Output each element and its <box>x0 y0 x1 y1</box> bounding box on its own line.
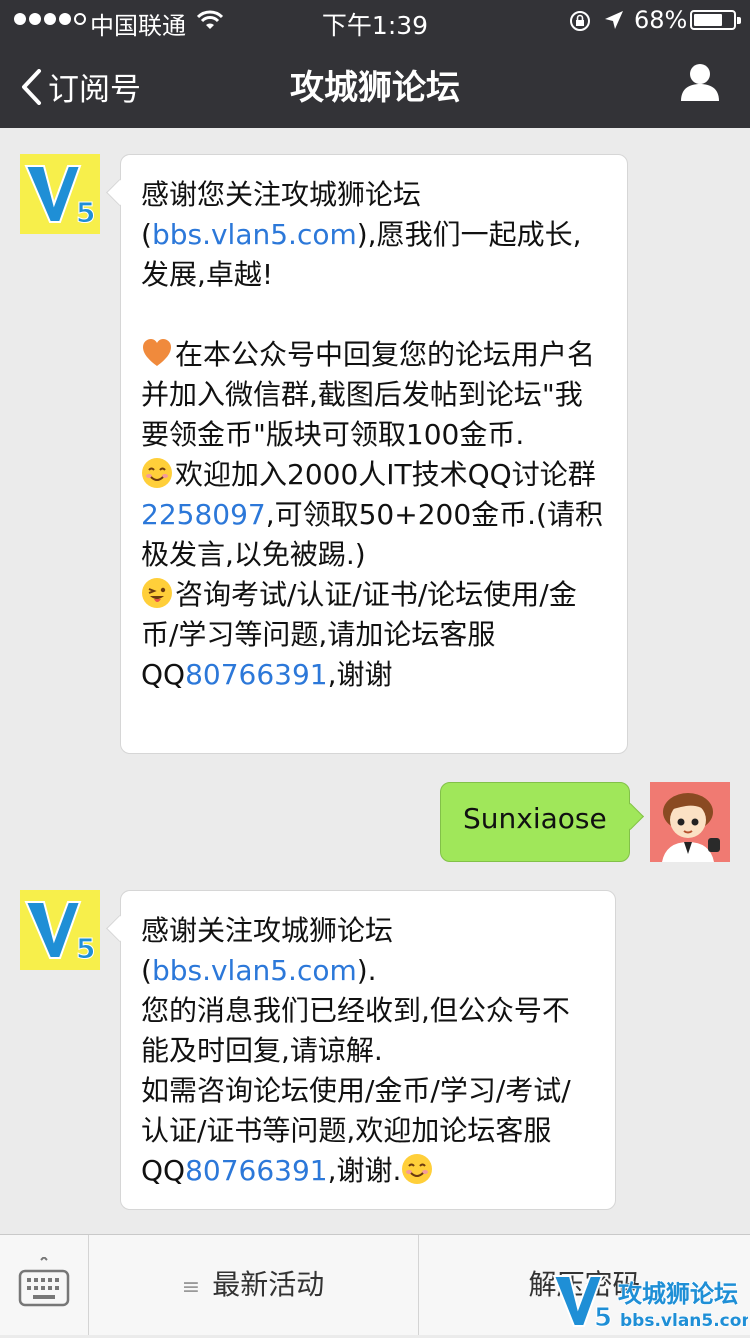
smiling-face-emoji-icon <box>142 458 172 488</box>
heart-emoji-icon <box>143 339 171 366</box>
profile-icon[interactable] <box>680 62 720 102</box>
message-text: ,谢谢. <box>327 1154 402 1187</box>
battery-icon <box>690 10 741 30</box>
message-bubble-official-1[interactable]: 感谢您关注攻城狮论坛(bbs.vlan5.com),愿我们一起成长,发展,卓越!… <box>120 154 628 754</box>
message-text: 欢迎加入2000人IT技术QQ讨论群 <box>175 458 596 491</box>
service-qq-link[interactable]: 80766391 <box>185 1154 328 1187</box>
official-account-avatar[interactable]: 5 <box>20 890 100 970</box>
navigation-bar: 订阅号 攻城狮论坛 <box>0 40 750 128</box>
top-bar: 中国联通 下午1:39 68% 订阅号 攻城狮论坛 <box>0 0 750 128</box>
menu-list-icon: ≡ <box>181 1275 201 1300</box>
user-avatar[interactable] <box>650 782 730 862</box>
location-arrow-icon <box>605 11 623 29</box>
message-text: ). 您的消息我们已经收到,但公众号不能及时回复,请谅解. 如需咨询论坛使用/金… <box>141 954 571 1187</box>
svg-text:5: 5 <box>76 196 95 229</box>
smiling-face-emoji-icon <box>402 1154 433 1184</box>
message-text: ,谢谢 <box>327 658 393 691</box>
message-bubble-user[interactable]: Sunxiaose <box>440 782 630 862</box>
forum-link[interactable]: bbs.vlan5.com <box>152 218 357 251</box>
watermark-name: 攻城狮论坛 <box>618 1280 738 1308</box>
battery-percent: 68% <box>634 6 688 34</box>
forum-link[interactable]: bbs.vlan5.com <box>152 954 357 987</box>
service-qq-link[interactable]: 80766391 <box>185 658 328 691</box>
menu-label: 最新活动 <box>212 1268 325 1301</box>
menu-latest-events[interactable]: ≡ 最新活动 <box>88 1235 419 1335</box>
watermark-url: bbs.vlan5.com <box>620 1311 748 1331</box>
page-title: 攻城狮论坛 <box>290 68 460 108</box>
official-account-avatar[interactable]: 5 <box>20 154 100 234</box>
winking-tongue-emoji-icon <box>142 578 172 608</box>
keyboard-icon <box>18 1257 70 1307</box>
svg-text:5: 5 <box>594 1303 612 1332</box>
message-text: 在本公众号中回复您的论坛用户名并加入微信群,截图后发帖到论坛"我要领金币"版块可… <box>141 338 596 451</box>
message-bubble-official-2[interactable]: 感谢关注攻城狮论坛(bbs.vlan5.com). 您的消息我们已经收到,但公众… <box>120 890 616 1210</box>
keyboard-toggle-button[interactable] <box>0 1235 89 1335</box>
qq-group-link[interactable]: 2258097 <box>141 498 266 531</box>
status-bar: 中国联通 下午1:39 68% <box>0 0 750 40</box>
svg-text:5: 5 <box>76 932 95 965</box>
rotation-lock-icon <box>570 11 590 31</box>
site-watermark-logo: 5 攻城狮论坛 bbs.vlan5.com <box>552 1275 748 1332</box>
message-text: Sunxiaose <box>463 802 607 835</box>
